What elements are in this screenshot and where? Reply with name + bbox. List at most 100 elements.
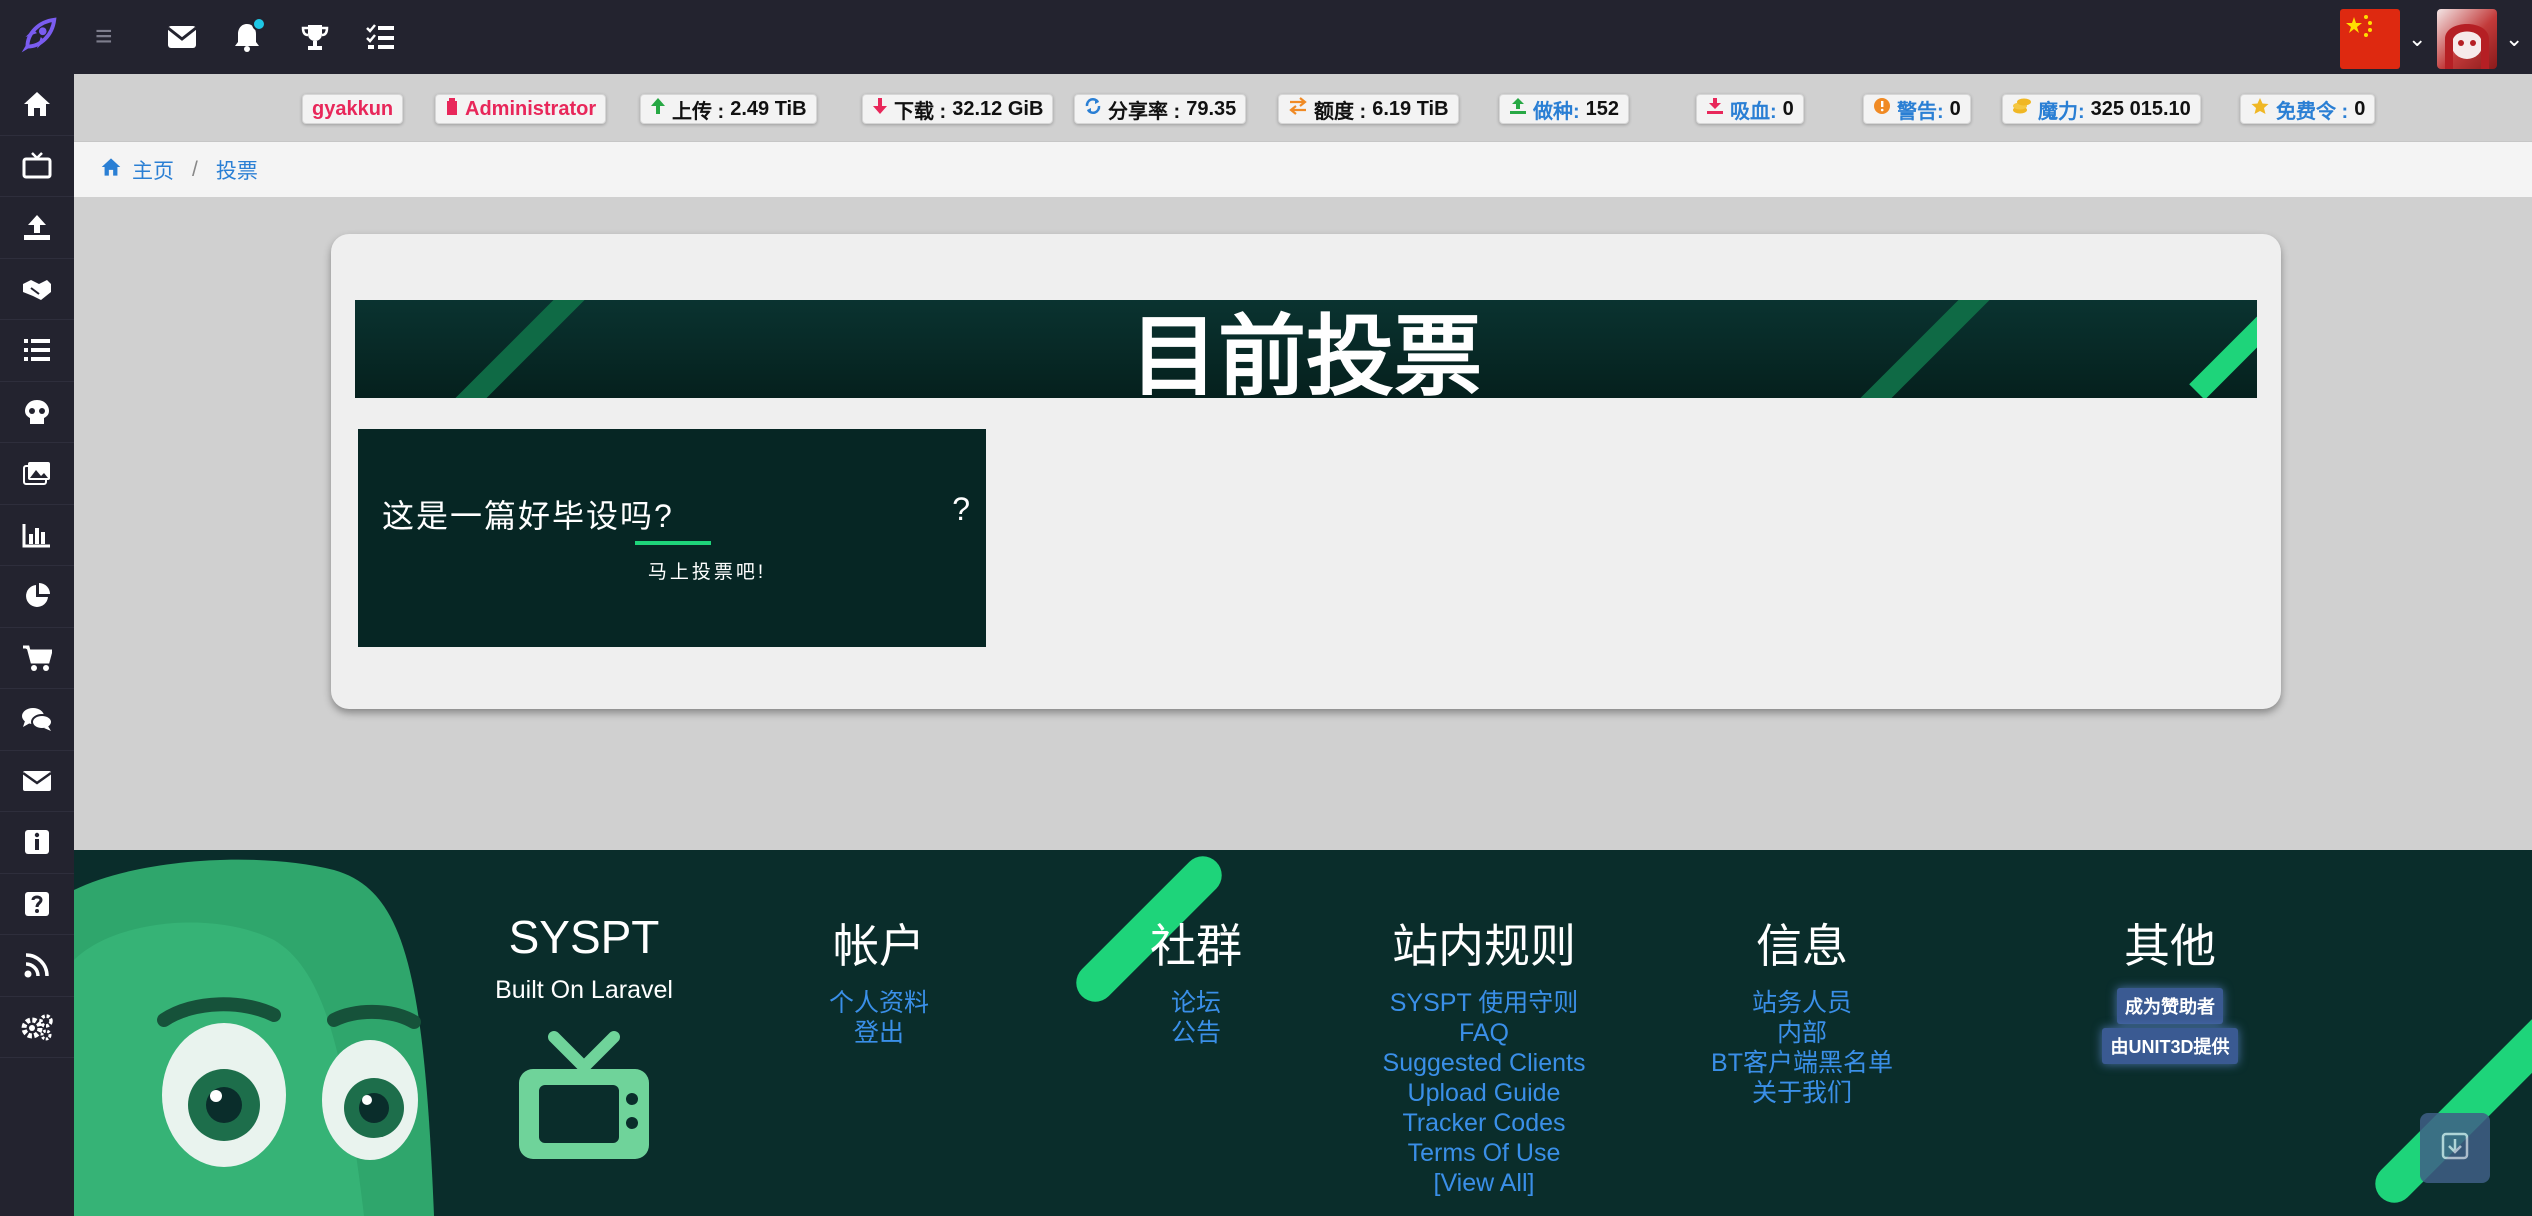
breadcrumb: 主页 / 投票	[74, 142, 2532, 197]
chevron-down-icon[interactable]: ⌄	[2408, 26, 2426, 52]
leeching-stat[interactable]: 吸血: 0	[1696, 94, 1804, 124]
images-icon[interactable]	[0, 443, 74, 505]
footer-site-column: SYSPT Built On Laravel	[404, 910, 764, 1167]
buffer-label: 额度 :	[1314, 100, 1367, 123]
skull-icon[interactable]	[0, 382, 74, 443]
hamburger-icon[interactable]: ≡	[95, 22, 125, 52]
user-stats-bar: gyakkun Administrator 上传 : 2.49 TiB 下载 :…	[74, 74, 2532, 142]
footer-link-internal[interactable]: 内部	[1632, 1018, 1972, 1048]
chevron-down-icon[interactable]: ⌄	[2505, 26, 2523, 52]
upload-label: 上传 :	[672, 100, 725, 123]
poll-question[interactable]: 这是一篇好毕设吗?	[382, 491, 674, 537]
user-group-icon	[445, 97, 459, 121]
ratio-value: 79.35	[1186, 97, 1237, 120]
upload-stat: 上传 : 2.49 TiB	[640, 94, 817, 124]
breadcrumb-separator: /	[192, 157, 198, 181]
footer-site-subtitle: Built On Laravel	[495, 976, 673, 1004]
scroll-down-button[interactable]	[2420, 1113, 2490, 1183]
language-flag-cn[interactable]	[2340, 9, 2400, 69]
breadcrumb-home[interactable]: 主页	[132, 155, 174, 185]
upload-icon[interactable]	[0, 197, 74, 259]
ratio-label: 分享率 :	[1108, 100, 1181, 123]
footer-rules-title: 站内规则	[1392, 920, 1576, 972]
tasks-icon[interactable]	[360, 17, 400, 57]
ratio-stat: 分享率 : 79.35	[1074, 94, 1247, 124]
powered-by-badge[interactable]: 由UNIT3D提供	[2102, 1028, 2238, 1064]
tv-icon	[404, 1027, 764, 1167]
footer-rules-column: 站内规则 SYSPT 使用守则 FAQ Suggested Clients Up…	[1314, 910, 1654, 1198]
footer-link-about[interactable]: 关于我们	[1632, 1078, 1972, 1108]
footer-link-announcements[interactable]: 公告	[1046, 1018, 1346, 1048]
page-title: 目前投票	[1129, 306, 1482, 399]
vote-now-link[interactable]: 马上投票吧!	[358, 557, 986, 584]
footer-info-column: 信息 站务人员 内部 BT客户端黑名单 关于我们	[1632, 910, 1972, 1108]
arrow-down-icon	[872, 97, 888, 121]
footer-info-title: 信息	[1756, 920, 1848, 972]
rocket-logo-icon[interactable]	[0, 0, 74, 74]
warnings-stat[interactable]: 警告: 0	[1863, 94, 1971, 124]
footer-site-title: SYSPT	[508, 911, 660, 963]
arrow-down-box-icon	[2441, 1132, 2469, 1165]
tokens-value: 0	[2354, 97, 2366, 120]
sidebar	[0, 74, 74, 1216]
user-group: Administrator	[465, 97, 597, 120]
footer-link-forums[interactable]: 论坛	[1046, 988, 1346, 1018]
cogs-icon[interactable]	[0, 997, 74, 1058]
coins-icon	[2012, 97, 2032, 121]
group-badge: Administrator	[435, 94, 607, 124]
chart-pie-icon[interactable]	[0, 566, 74, 628]
bonus-value: 325 015.10	[2090, 97, 2191, 120]
footer-link-staff[interactable]: 站务人员	[1632, 988, 1972, 1018]
footer-link-view-all[interactable]: [View All]	[1314, 1168, 1654, 1198]
bell-icon[interactable]	[227, 17, 267, 57]
breadcrumb-current[interactable]: 投票	[216, 155, 258, 185]
download-stat: 下载 : 32.12 GiB	[862, 94, 1054, 124]
donate-button[interactable]: 成为赞助者	[2117, 988, 2223, 1024]
seeding-stat[interactable]: 做种: 152	[1499, 94, 1630, 124]
home-icon[interactable]	[0, 74, 74, 136]
footer-link-upload-guide[interactable]: Upload Guide	[1314, 1078, 1654, 1108]
footer-link-tracker-codes[interactable]: Tracker Codes	[1314, 1108, 1654, 1138]
polls-card: 目前投票 这是一篇好毕设吗? ? 马上投票吧!	[331, 234, 2281, 709]
footer-account-column: 帐户 个人资料 登出	[729, 910, 1029, 1048]
footer-link-clients[interactable]: Suggested Clients	[1314, 1048, 1654, 1078]
leeching-value: 0	[1782, 97, 1794, 120]
footer-community-column: 社群 论坛 公告	[1046, 910, 1346, 1048]
footer-link-client-blacklist[interactable]: BT客户端黑名单	[1632, 1048, 1972, 1078]
footer-account-title: 帐户	[833, 920, 925, 972]
home-icon[interactable]	[100, 157, 122, 183]
avatar[interactable]	[2437, 9, 2497, 69]
comments-icon[interactable]	[0, 689, 74, 751]
poll-card[interactable]: 这是一篇好毕设吗? ? 马上投票吧!	[358, 429, 986, 647]
envelope-icon[interactable]	[162, 17, 202, 57]
footer-other-title: 其他	[2124, 920, 2216, 972]
footer-link-profile[interactable]: 个人资料	[729, 988, 1029, 1018]
trophy-icon[interactable]	[295, 17, 335, 57]
warnings-value: 0	[1949, 97, 1961, 120]
info-icon[interactable]	[0, 812, 74, 874]
chart-bar-icon[interactable]	[0, 505, 74, 566]
tv-icon[interactable]	[0, 136, 74, 197]
list-icon[interactable]	[0, 320, 74, 382]
rss-icon[interactable]	[0, 935, 74, 997]
buffer-stat: 额度 : 6.19 TiB	[1278, 94, 1459, 124]
top-navbar: ≡ ⌄ ⌄	[0, 0, 2532, 74]
username-badge[interactable]: gyakkun	[302, 94, 404, 124]
footer-link-faq[interactable]: FAQ	[1314, 1018, 1654, 1048]
cart-icon[interactable]	[0, 628, 74, 689]
footer-other-column: 其他 成为赞助者 由UNIT3D提供	[2020, 910, 2320, 1068]
handshake-icon[interactable]	[0, 259, 74, 320]
star-icon	[2250, 97, 2270, 121]
envelope-icon[interactable]	[0, 751, 74, 812]
tokens-stat[interactable]: 免费令 : 0	[2240, 94, 2376, 124]
footer-link-terms[interactable]: Terms Of Use	[1314, 1138, 1654, 1168]
download-icon	[1706, 97, 1724, 121]
footer-link-logout[interactable]: 登出	[729, 1018, 1029, 1048]
polls-banner: 目前投票	[355, 300, 2257, 398]
poll-mark: ?	[952, 491, 970, 527]
username: gyakkun	[312, 97, 394, 120]
bonus-stat[interactable]: 魔力: 325 015.10	[2002, 94, 2201, 124]
footer-link-rules[interactable]: SYSPT 使用守则	[1314, 988, 1654, 1018]
question-icon[interactable]	[0, 874, 74, 935]
footer: SYSPT Built On Laravel 帐户 个人资料 登出 社群 论坛 …	[74, 850, 2532, 1216]
